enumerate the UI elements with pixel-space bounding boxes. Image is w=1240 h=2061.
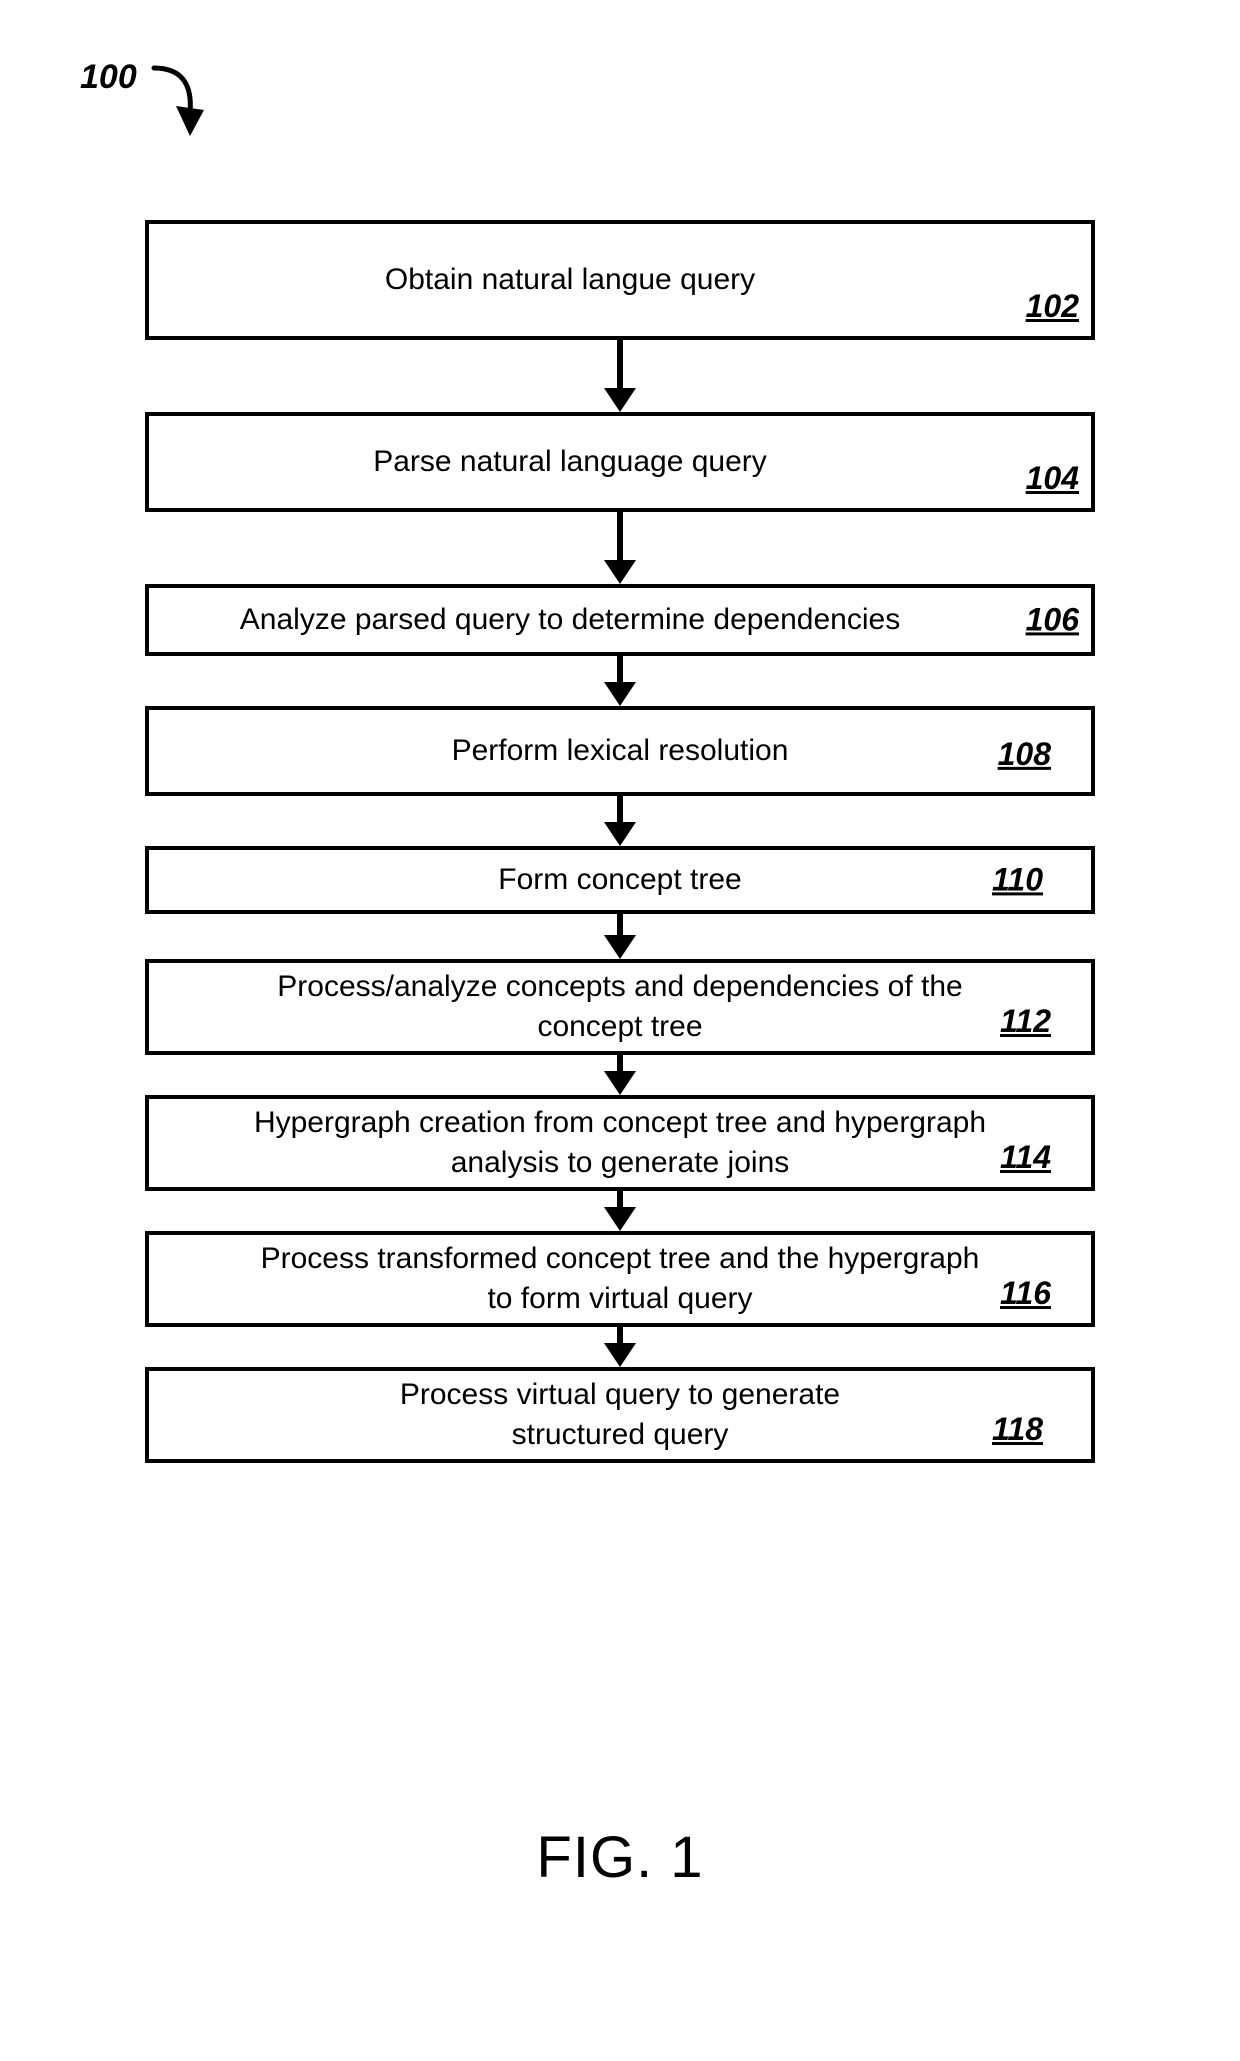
flow-step-text: concept tree: [537, 1007, 702, 1048]
arrow-head: [604, 822, 636, 846]
arrow-shaft: [617, 512, 623, 560]
figure-page: 100 Obtain natural langue query 102 Parse …: [0, 0, 1240, 2061]
flow-step-102: Obtain natural langue query 102: [145, 220, 1095, 340]
down-arrow-icon: [605, 512, 635, 584]
figure-ref-number: 100: [80, 60, 137, 94]
flow-step-110: Form concept tree 110: [145, 846, 1095, 914]
flow-step-text: Perform lexical resolution: [452, 731, 789, 772]
flow-step-text: analysis to generate joins: [451, 1143, 790, 1184]
arrow-shaft: [617, 796, 623, 822]
flow-step-118: Process virtual query to generatestructu…: [145, 1367, 1095, 1463]
flow-step-id: 114: [1000, 1136, 1051, 1179]
flow-step-text: Process virtual query to generate: [400, 1375, 840, 1416]
arrow-head: [604, 682, 636, 706]
flow-step-108: Perform lexical resolution 108: [145, 706, 1095, 796]
flow-step-text: structured query: [512, 1415, 729, 1456]
down-arrow-icon: [605, 796, 635, 846]
flow-step-text: Hypergraph creation from concept tree an…: [254, 1103, 986, 1144]
flow-step-text: Process/analyze concepts and dependencie…: [277, 967, 962, 1008]
down-arrow-icon: [605, 1191, 635, 1231]
figure-caption: FIG. 1: [0, 1824, 1240, 1891]
arrow-head: [604, 935, 636, 959]
flow-step-id: 116: [1000, 1272, 1051, 1315]
flow-step-id: 118: [992, 1408, 1043, 1451]
arrow-shaft: [617, 656, 623, 682]
arrow-head: [604, 1071, 636, 1095]
arrow-shaft: [617, 1327, 623, 1343]
arrow-shaft: [617, 1191, 623, 1207]
arrow-head: [604, 1343, 636, 1367]
arrow-head: [604, 388, 636, 412]
flowchart: Obtain natural langue query 102 Parse natu…: [145, 220, 1095, 1463]
flow-step-id: 112: [1000, 1000, 1051, 1043]
arrow-shaft: [617, 340, 623, 388]
flow-step-text: Obtain natural langue query: [385, 260, 755, 301]
flow-step-id: 106: [1026, 598, 1079, 641]
flow-step-id: 108: [998, 733, 1051, 776]
down-arrow-icon: [605, 340, 635, 412]
down-arrow-icon: [605, 656, 635, 706]
flow-step-text: Analyze parsed query to determine depend…: [240, 600, 900, 641]
arrow-shaft: [617, 914, 623, 935]
arrow-shaft: [617, 1055, 623, 1071]
down-arrow-icon: [605, 1055, 635, 1095]
flow-step-112: Process/analyze concepts and dependencie…: [145, 959, 1095, 1055]
flow-step-text: Form concept tree: [498, 860, 741, 901]
flow-step-text: Process transformed concept tree and the…: [261, 1239, 980, 1280]
flow-step-106: Analyze parsed query to determine depend…: [145, 584, 1095, 656]
flow-step-116: Process transformed concept tree and the…: [145, 1231, 1095, 1327]
flow-step-id: 110: [992, 858, 1043, 901]
down-arrow-icon: [605, 914, 635, 959]
flow-step-text: to form virtual query: [487, 1279, 752, 1320]
arrow-head: [604, 560, 636, 584]
curved-arrow-icon: [146, 58, 206, 148]
flow-step-id: 104: [1026, 457, 1079, 500]
flow-step-114: Hypergraph creation from concept tree an…: [145, 1095, 1095, 1191]
flow-step-id: 102: [1026, 285, 1079, 328]
flow-step-104: Parse natural language query 104: [145, 412, 1095, 512]
flow-step-text: Parse natural language query: [373, 442, 767, 483]
down-arrow-icon: [605, 1327, 635, 1367]
arrow-head: [604, 1207, 636, 1231]
